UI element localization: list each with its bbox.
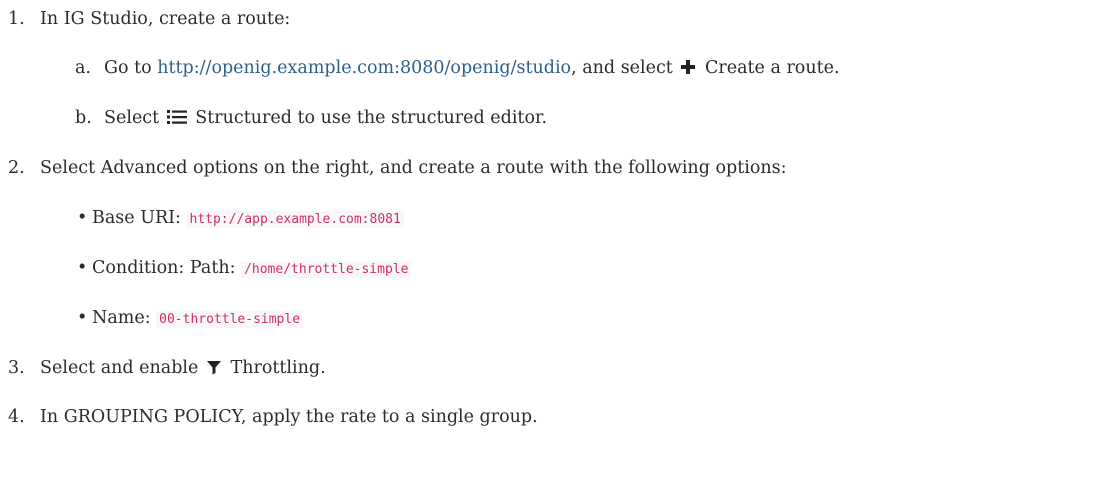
step-text: In GROUPING POLICY, apply the rate to a … [40,407,538,427]
step-number: 3. [8,358,25,378]
step-text: Select and enable Throttling. [40,356,326,380]
substep-text-after: Structured to use the structured editor. [189,108,548,128]
option-text: Name: 00-throttle-simple [92,306,304,332]
substep-text-before: Select [104,108,165,128]
option-code: http://app.example.com:8081 [186,211,404,228]
bullet-dot: • [77,308,88,328]
substep-text: Select Structured to use the structured … [104,106,547,130]
step-text: In IG Studio, create a route: [40,9,291,29]
step-text: Select Advanced options on the right, an… [40,158,787,178]
bullet-dot: • [77,258,88,278]
substep-text-middle: , and select [571,58,679,78]
step-number: 1. [8,9,25,29]
option-text: Condition: Path: /home/throttle-simple [92,256,412,282]
step-number: 4. [8,407,25,427]
option-code: /home/throttle-simple [241,261,412,278]
substep-text-after: Create a route. [699,58,840,78]
studio-link[interactable]: http://openig.example.com:8080/openig/st… [157,58,571,78]
substep-letter: a. [75,58,91,78]
option-code: 00-throttle-simple [156,311,304,328]
step-text-before: Select and enable [40,358,204,378]
bullet-dot: • [77,208,88,228]
substep-text-before: Go to [104,58,158,78]
step-text-after: Throttling. [224,358,326,378]
list-icon [166,110,187,124]
option-label: Condition: Path: [92,258,242,278]
option-label: Name: [92,308,157,328]
plus-icon [681,60,696,74]
substep-text: Go to http://openig.example.com:8080/ope… [104,56,840,80]
step-number: 2. [8,158,25,178]
option-label: Base URI: [92,208,187,228]
option-text: Base URI: http://app.example.com:8081 [92,206,404,232]
filter-icon [206,361,221,375]
substep-letter: b. [75,108,92,128]
